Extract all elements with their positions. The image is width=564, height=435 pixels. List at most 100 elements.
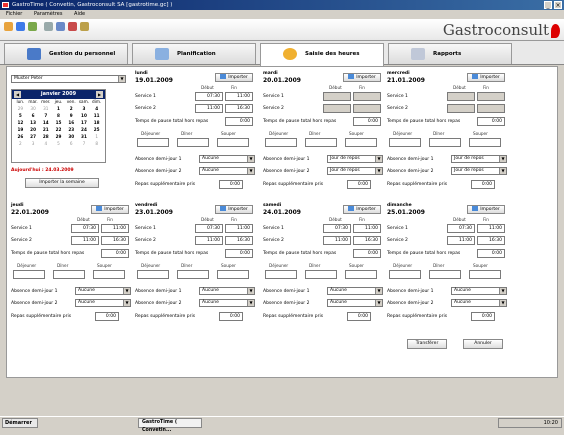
service1-end-input[interactable]: 11:00 — [477, 224, 505, 233]
calendar-day[interactable]: 15 — [52, 119, 65, 126]
diner-input[interactable] — [305, 138, 337, 147]
settings-icon[interactable] — [80, 22, 89, 31]
import-day-button[interactable]: Importer — [215, 73, 253, 82]
calendar-day[interactable]: 22 — [52, 126, 65, 133]
dejeuner-input[interactable] — [389, 138, 421, 147]
absence2-select[interactable]: Aucune ▼ — [451, 299, 507, 307]
menu-aide[interactable]: Aide — [74, 11, 85, 17]
pause-input[interactable]: 0:00 — [477, 117, 505, 126]
service1-start-input[interactable]: 07:30 — [71, 224, 99, 233]
taskbar-item-gastrotime[interactable]: GastroTime ( Convetin... — [138, 418, 202, 433]
service2-end-input[interactable] — [353, 104, 381, 113]
refresh-icon[interactable] — [28, 22, 37, 31]
import-day-button[interactable]: Importer — [467, 205, 505, 214]
calendar-day[interactable]: 7 — [39, 112, 52, 119]
calendar-day[interactable]: 21 — [39, 126, 52, 133]
absence2-select[interactable]: Jour de repos ▼ — [327, 167, 383, 175]
diner-input[interactable] — [53, 270, 85, 279]
diner-input[interactable] — [305, 270, 337, 279]
calendar-day[interactable]: 6 — [27, 112, 40, 119]
absence1-select[interactable]: Jour de repos ▼ — [327, 155, 383, 163]
calendar-day[interactable]: 26 — [14, 133, 27, 140]
service1-start-input[interactable]: 07:30 — [323, 224, 351, 233]
calendar-day[interactable]: 29 — [52, 133, 65, 140]
tab-saisie-heures[interactable]: Saisie des heures — [260, 43, 384, 66]
calendar-day[interactable]: 10 — [78, 112, 91, 119]
repas-input[interactable]: 0:00 — [471, 312, 495, 321]
calendar-day[interactable]: 31 — [39, 105, 52, 112]
close-button[interactable]: × — [554, 1, 562, 9]
absence2-select[interactable]: Aucune ▼ — [327, 299, 383, 307]
calendar-day[interactable]: 28 — [39, 133, 52, 140]
souper-input[interactable] — [345, 138, 377, 147]
calendar-day[interactable]: 7 — [78, 140, 91, 147]
calendar-day[interactable]: 30 — [27, 105, 40, 112]
service2-start-input[interactable]: 11:00 — [447, 236, 475, 245]
calendar-day[interactable]: 13 — [27, 119, 40, 126]
print-icon[interactable] — [44, 22, 53, 31]
absence2-select[interactable]: Aucune ▼ — [199, 299, 255, 307]
transfer-button[interactable]: Transférer — [407, 339, 447, 349]
calendar-day[interactable]: 2 — [14, 140, 27, 147]
absence2-select[interactable]: Aucune ▼ — [199, 167, 255, 175]
calendar-day[interactable]: 17 — [78, 119, 91, 126]
calendar-day[interactable]: 5 — [14, 112, 27, 119]
service2-end-input[interactable]: 16:30 — [101, 236, 129, 245]
import-day-button[interactable]: Importer — [343, 73, 381, 82]
repas-input[interactable]: 0:00 — [347, 312, 371, 321]
menu-parametres[interactable]: Paramètres — [34, 11, 63, 17]
tab-planification[interactable]: Planification — [132, 43, 256, 64]
service2-start-input[interactable] — [447, 104, 475, 113]
calendar-day[interactable]: 3 — [27, 140, 40, 147]
service1-end-input[interactable]: 11:00 — [101, 224, 129, 233]
souper-input[interactable] — [345, 270, 377, 279]
start-button[interactable]: Démarrer — [2, 418, 38, 428]
pause-input[interactable]: 0:00 — [101, 249, 129, 258]
diner-input[interactable] — [429, 270, 461, 279]
calendar-day[interactable]: 3 — [78, 105, 91, 112]
absence1-select[interactable]: Aucune ▼ — [75, 287, 131, 295]
calendar-day[interactable]: 2 — [65, 105, 78, 112]
pause-input[interactable]: 0:00 — [225, 249, 253, 258]
import-week-button[interactable]: Importer la semaine — [25, 178, 99, 188]
import-day-button[interactable]: Importer — [215, 205, 253, 214]
service2-end-input[interactable]: 16:30 — [477, 236, 505, 245]
import-day-button[interactable]: Importer — [91, 205, 129, 214]
folder-icon[interactable] — [4, 22, 13, 31]
service1-end-input[interactable] — [353, 92, 381, 101]
dejeuner-input[interactable] — [13, 270, 45, 279]
dejeuner-input[interactable] — [137, 138, 169, 147]
souper-input[interactable] — [93, 270, 125, 279]
service2-start-input[interactable]: 11:00 — [195, 104, 223, 113]
next-month-button[interactable]: ▶ — [96, 91, 103, 98]
employee-select[interactable]: Muster Peter ▼ — [11, 75, 126, 83]
calendar-day[interactable]: 9 — [65, 112, 78, 119]
calendar-day[interactable]: 19 — [14, 126, 27, 133]
calendar-day[interactable]: 1 — [90, 133, 103, 140]
diner-input[interactable] — [177, 270, 209, 279]
absence1-select[interactable]: Aucune ▼ — [327, 287, 383, 295]
souper-input[interactable] — [469, 138, 501, 147]
absence1-select[interactable]: Aucune ▼ — [451, 287, 507, 295]
absence2-select[interactable]: Jour de repos ▼ — [451, 167, 507, 175]
service1-end-input[interactable]: 11:00 — [225, 92, 253, 101]
service1-start-input[interactable] — [323, 92, 351, 101]
absence1-select[interactable]: Jour de repos ▼ — [451, 155, 507, 163]
import-day-button[interactable]: Importer — [343, 205, 381, 214]
service2-end-input[interactable]: 16:30 — [225, 104, 253, 113]
pause-input[interactable]: 0:00 — [225, 117, 253, 126]
pause-input[interactable]: 0:00 — [353, 117, 381, 126]
calendar-day[interactable]: 25 — [90, 126, 103, 133]
calendar-day[interactable]: 4 — [39, 140, 52, 147]
repas-input[interactable]: 0:00 — [347, 180, 371, 189]
repas-input[interactable]: 0:00 — [219, 312, 243, 321]
calendar-day[interactable]: 1 — [52, 105, 65, 112]
diner-input[interactable] — [429, 138, 461, 147]
calendar-day[interactable]: 27 — [27, 133, 40, 140]
calendar-day[interactable]: 20 — [27, 126, 40, 133]
calendar-day[interactable]: 30 — [65, 133, 78, 140]
service2-start-input[interactable]: 11:00 — [323, 236, 351, 245]
calendar-day[interactable]: 12 — [14, 119, 27, 126]
calendar-day[interactable]: 24 — [78, 126, 91, 133]
prev-month-button[interactable]: ◀ — [14, 91, 21, 98]
